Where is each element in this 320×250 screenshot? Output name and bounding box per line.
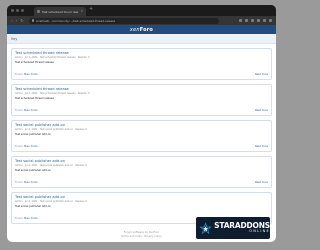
minimize-window-button[interactable]: [16, 9, 19, 12]
thread-snippet: Test social publisher add-on: [15, 205, 52, 208]
brand-subtitle: ONLINE: [249, 229, 270, 234]
forum-prefix: Forum:: [15, 217, 24, 220]
extension-icon[interactable]: [257, 19, 260, 22]
thread-footer: Forum: Main forum Read more: [15, 73, 268, 76]
browser-window: Test scheduled forum release ✕ + ‹ › ↻ l…: [7, 5, 276, 242]
bookmark-icon[interactable]: [239, 19, 242, 22]
forum-link[interactable]: Main forum: [24, 73, 38, 76]
new-tab-button[interactable]: +: [89, 7, 93, 12]
thread-footer: Forum: Main forum Read more: [15, 145, 268, 148]
logo-suffix: Foro: [139, 26, 154, 33]
maximize-window-button[interactable]: [21, 9, 24, 12]
site-header: xenForo: [7, 25, 276, 34]
lock-icon: [31, 19, 34, 22]
forum-prefix: Forum:: [15, 109, 24, 112]
menu-icon[interactable]: [269, 19, 272, 22]
forum-link[interactable]: Main forum: [24, 181, 38, 184]
page-viewport: xenForo Hey Test scheduled thread releas…: [7, 25, 276, 242]
browser-toolbar: ‹ › ↻ localhost/…/community/…/test-sched…: [7, 16, 276, 25]
read-more-link[interactable]: Read more: [255, 145, 268, 148]
logo-prefix: xen: [129, 26, 140, 33]
breadcrumb: Hey: [7, 34, 276, 44]
tab-title: Test scheduled forum release: [42, 9, 79, 14]
forum-link[interactable]: Main forum: [24, 145, 38, 148]
url-text: localhost/…/community/…/test-scheduled-t…: [35, 18, 116, 23]
thread-forum: Forum: Main forum: [15, 217, 38, 220]
staraddons-logo: STARADDONS ONLINE: [196, 217, 270, 239]
thread-forum: Forum: Main forum: [15, 109, 38, 112]
forum-link[interactable]: Main forum: [24, 217, 38, 220]
thread-snippet: Test social publisher add-on: [15, 169, 52, 172]
close-window-button[interactable]: [11, 9, 14, 12]
star-icon: [199, 221, 212, 234]
reload-button[interactable]: ↻: [20, 18, 23, 23]
brand-name: STARADDONS: [214, 220, 270, 230]
forum-prefix: Forum:: [15, 73, 24, 76]
address-bar[interactable]: localhost/…/community/…/test-scheduled-t…: [28, 17, 219, 24]
thread-card: Test social publisher add-on admin · Jul…: [11, 156, 272, 188]
thread-footer: Forum: Main forum Read more: [15, 109, 268, 112]
browser-tab[interactable]: Test scheduled forum release ✕: [34, 7, 86, 16]
thread-list: Test scheduled thread release admin · Ju…: [7, 44, 276, 224]
thread-forum: Forum: Main forum: [15, 73, 38, 76]
extension-icon[interactable]: [245, 19, 248, 22]
window-controls: [11, 9, 24, 12]
back-button[interactable]: ‹: [11, 18, 13, 23]
thread-card: Test scheduled thread release admin · Ju…: [11, 84, 272, 116]
thread-snippet: Test scheduled thread release: [15, 97, 54, 100]
thread-forum: Forum: Main forum: [15, 181, 38, 184]
close-tab-icon[interactable]: ✕: [80, 10, 83, 13]
thread-footer: Forum: Main forum Read more: [15, 181, 268, 184]
profile-icon[interactable]: [263, 19, 266, 22]
thread-snippet: Test scheduled thread release: [15, 61, 54, 64]
breadcrumb-link[interactable]: Hey: [11, 37, 17, 41]
thread-snippet: Test social publisher add-on: [15, 133, 52, 136]
tab-strip: Test scheduled forum release ✕ +: [7, 5, 276, 16]
toolbar-icons: [239, 19, 272, 22]
thread-forum: Forum: Main forum: [15, 145, 38, 148]
brand-wordmark: STARADDONS ONLINE: [214, 222, 270, 234]
read-more-link[interactable]: Read more: [255, 109, 268, 112]
forum-link[interactable]: Main forum: [24, 109, 38, 112]
forum-prefix: Forum:: [15, 181, 24, 184]
site-logo[interactable]: xenForo: [130, 27, 153, 33]
thread-card: Test social publisher add-on admin · Jul…: [11, 120, 272, 152]
read-more-link[interactable]: Read more: [255, 181, 268, 184]
read-more-link[interactable]: Read more: [255, 73, 268, 76]
forum-prefix: Forum:: [15, 145, 24, 148]
forward-button[interactable]: ›: [16, 18, 18, 23]
thread-card: Test scheduled thread release admin · Ju…: [11, 48, 272, 80]
extension-icon[interactable]: [251, 19, 254, 22]
favicon-icon: [37, 10, 40, 13]
